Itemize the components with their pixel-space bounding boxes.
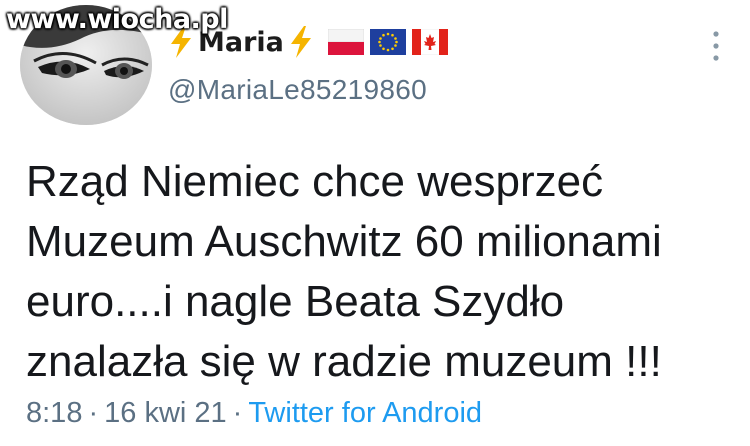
lightning-icon bbox=[290, 26, 311, 58]
author-handle[interactable]: @MariaLe85219860 bbox=[168, 74, 427, 106]
tweet-source-link[interactable]: Twitter for Android bbox=[248, 397, 482, 430]
site-watermark: www.wiocha.pl bbox=[6, 4, 228, 35]
tweet-meta: 8:18 · 16 kwi 21 · Twitter for Android bbox=[26, 397, 482, 430]
tweet-text: Rząd Niemiec chce wesprzeć Muzeum Auschw… bbox=[26, 157, 662, 386]
eu-flag-icon bbox=[369, 29, 406, 55]
tweet-time[interactable]: 8:18 bbox=[26, 397, 82, 430]
meta-separator: · bbox=[232, 397, 243, 429]
poland-flag-icon bbox=[327, 29, 364, 55]
more-options-icon[interactable] bbox=[707, 26, 725, 66]
flag-group bbox=[327, 29, 448, 55]
meta-separator: · bbox=[88, 397, 99, 429]
canada-flag-icon bbox=[411, 29, 448, 55]
tweet-date[interactable]: 16 kwi 21 bbox=[104, 397, 227, 430]
